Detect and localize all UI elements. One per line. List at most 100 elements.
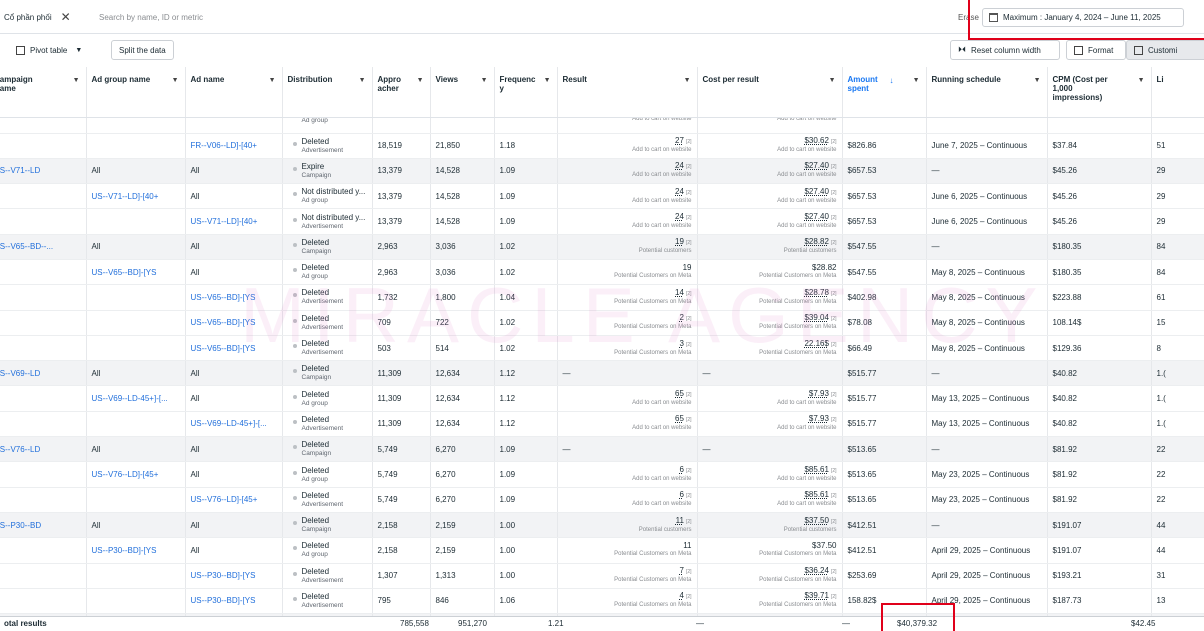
chevron-down-icon[interactable]: ▼ [1034,76,1041,85]
ad-group-name-cell[interactable] [86,588,186,615]
chevron-down-icon[interactable]: ▼ [1138,76,1145,85]
cpr-value[interactable]: $85.61 [804,465,828,474]
result-value[interactable]: 11 [676,516,684,525]
campaign-name-cell[interactable] [0,563,87,589]
table-row[interactable]: US--V71--LD]-[40+ Not distributed y... Ad… [0,208,1204,235]
ad-name-cell[interactable]: All [185,461,283,488]
ad-name-cell[interactable]: All [185,385,283,412]
col-campaign-name[interactable]: Campaign Name ▼ [0,67,87,118]
campaign-name-cell[interactable] [0,259,87,286]
ad-group-name-cell[interactable] [86,411,186,438]
result-value[interactable]: 7 [679,566,683,575]
table-row[interactable]: US--V76--LD]-[45+ All Deleted Ad group 5,… [0,461,1204,488]
reset-column-width-button[interactable]: ⏵⏴ Reset column width [950,40,1060,60]
result-value[interactable]: 65 [675,389,684,398]
col-cost-per-result[interactable]: Cost per result ▼ [697,67,843,118]
col-frequency[interactable]: Frequenc y ▼ [494,67,558,118]
campaign-name-cell[interactable] [0,183,87,210]
result-value[interactable]: 6 [679,490,683,499]
ad-name-cell[interactable]: All [185,537,283,564]
table-row[interactable]: US--V65--BD]-[YS Deleted Advertisement 1,… [0,284,1204,311]
campaign-name-cell[interactable]: US--V69--LD [0,360,87,387]
table-row[interactable]: US--V65--BD]-[YS Deleted Advertisement 70… [0,310,1204,336]
customize-columns-button[interactable]: Customi [1126,40,1204,60]
chevron-down-icon[interactable]: ▼ [269,76,276,85]
col-cpm[interactable]: CPM (Cost per 1,000 impressions) ▼ [1047,67,1152,118]
chevron-down-icon[interactable]: ▼ [481,76,488,85]
pivot-table-button[interactable]: Pivot table ▼ [8,40,91,60]
ad-name-cell[interactable]: FR--V06--LD]-[40+ [185,133,283,159]
ad-group-name-cell[interactable] [86,335,186,362]
cpr-value[interactable]: $7.93 [809,414,829,423]
table-row[interactable]: US--P30--BD]-[YS Deleted Advertisement 1,… [0,563,1204,589]
campaign-name-cell[interactable]: US--V76--LD [0,436,87,463]
ad-group-name-cell[interactable]: All [86,158,186,185]
ad-name-cell[interactable]: US--P30--BD]-[YS [185,588,283,615]
ad-name-cell[interactable]: US--V65--BD]-[YS [185,284,283,311]
table-row[interactable]: US--P30--BD All All DeletedCampaign 2,15… [0,512,1204,539]
ad-name-cell[interactable]: All [185,436,283,463]
ad-group-name-cell[interactable]: US--V76--LD]-[45+ [86,461,186,488]
table-row[interactable]: US--V65--BD--... All All DeletedCampaign… [0,234,1204,260]
cpr-value[interactable]: 22.16$ [804,339,828,348]
campaign-name-cell[interactable] [0,335,87,362]
ad-group-name-cell[interactable] [86,133,186,159]
ad-name-cell[interactable]: US--V76--LD]-[45+ [185,487,283,513]
result-value[interactable]: 3 [679,339,683,348]
campaign-name-cell[interactable] [0,133,87,159]
result-value[interactable]: 4 [679,591,683,600]
table-row[interactable]: US--V65--BD]-[YS Deleted Advertisement 50… [0,335,1204,362]
chevron-down-icon[interactable]: ▼ [913,76,920,85]
campaign-name-cell[interactable] [0,537,87,564]
cpr-value[interactable]: $27.40 [804,187,828,196]
col-ad-name[interactable]: Ad name ▼ [185,67,283,118]
chevron-down-icon[interactable]: ▼ [684,76,691,85]
ad-name-cell[interactable]: All [185,183,283,210]
col-distribution[interactable]: Distribution ▼ [282,67,373,118]
close-icon[interactable]: ✕ [61,10,71,24]
chevron-down-icon[interactable]: ▼ [73,76,80,85]
table-row[interactable]: US--V71--LD]-[40+ All Not distributed y.… [0,183,1204,210]
cpr-value[interactable]: $37.50 [804,516,828,525]
result-value[interactable]: 19 [683,263,692,272]
col-running-schedule[interactable]: Running schedule ▼ [926,67,1048,118]
campaign-name-cell[interactable] [0,588,87,615]
campaign-name-cell[interactable] [0,310,87,336]
ad-group-name-cell[interactable]: US--P30--BD]-[YS [86,537,186,564]
cpr-value[interactable]: $28.82 [804,237,828,246]
cpr-value[interactable]: $39.71 [804,591,828,600]
ad-group-name-cell[interactable]: All [86,436,186,463]
cpr-value[interactable]: $30.62 [804,136,828,145]
campaign-name-cell[interactable] [0,487,87,513]
col-approacher[interactable]: Appro acher ▼ [372,67,431,118]
table-row-partial[interactable]: Ad group Add to cart on website Add to c… [0,117,1204,134]
ad-name-cell[interactable]: US--V71--LD]-[40+ [185,208,283,235]
result-value[interactable]: 24 [675,161,684,170]
chevron-down-icon[interactable]: ▼ [544,76,551,85]
ad-name-cell[interactable]: US--V65--BD]-[YS [185,335,283,362]
search-input[interactable]: Search by name, ID or metric [99,13,203,22]
campaign-name-cell[interactable] [0,284,87,311]
ad-name-cell[interactable]: US--V69--LD-45+]-[... [185,411,283,438]
result-value[interactable]: 14 [675,288,684,297]
split-data-button[interactable]: Split the data [111,40,174,60]
table-row[interactable]: US--V76--LD All All DeletedCampaign 5,74… [0,436,1204,463]
col-ad-group-name[interactable]: Ad group name ▼ [86,67,186,118]
cpr-value[interactable]: $36.24 [804,566,828,575]
ad-name-cell[interactable]: All [185,234,283,260]
chevron-down-icon[interactable]: ▼ [359,76,366,85]
ad-group-name-cell[interactable]: All [86,234,186,260]
result-value[interactable]: 24 [675,187,684,196]
ad-group-name-cell[interactable] [86,284,186,311]
campaign-name-cell[interactable]: US--P30--BD [0,512,87,539]
cpr-value[interactable]: $27.40 [804,212,828,221]
campaign-name-cell[interactable]: US--V71--LD [0,158,87,185]
campaign-name-cell[interactable] [0,385,87,412]
campaign-name-cell[interactable] [0,208,87,235]
table-row[interactable]: US--V65--BD]-[YS All Deleted Ad group 2,9… [0,259,1204,286]
ad-name-cell[interactable]: US--P30--BD]-[YS [185,563,283,589]
ad-group-name-cell[interactable]: US--V65--BD]-[YS [86,259,186,286]
ad-name-cell[interactable]: All [185,259,283,286]
ad-name-cell[interactable]: All [185,158,283,185]
campaign-name-cell[interactable]: US--V65--BD--... [0,234,87,260]
